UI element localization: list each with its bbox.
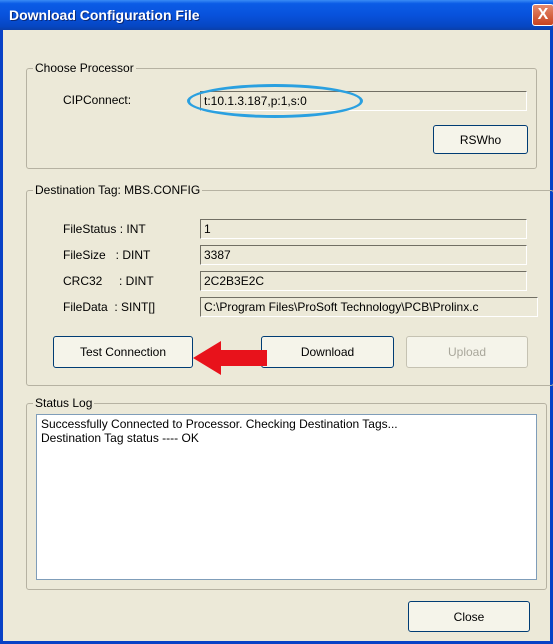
window-title: Download Configuration File bbox=[9, 7, 200, 23]
window-close-button[interactable]: X bbox=[532, 4, 553, 26]
status-log-textarea[interactable]: Successfully Connected to Processor. Che… bbox=[36, 414, 537, 580]
test-connection-button[interactable]: Test Connection bbox=[53, 336, 193, 368]
rswho-button[interactable]: RSWho bbox=[433, 125, 528, 154]
crc32-field: 2C2B3E2C bbox=[200, 271, 527, 291]
red-arrow-icon bbox=[193, 341, 267, 375]
crc32-label: CRC32 : DINT bbox=[63, 274, 154, 288]
status-log-legend: Status Log bbox=[33, 396, 95, 410]
filesize-field: 3387 bbox=[200, 245, 527, 265]
destination-tag-legend: Destination Tag: MBS.CONFIG bbox=[33, 183, 203, 197]
cipconnect-field[interactable]: t:10.1.3.187,p:1,s:0 bbox=[200, 91, 527, 111]
filestatus-label: FileStatus : INT bbox=[63, 222, 146, 236]
close-button[interactable]: Close bbox=[408, 601, 530, 632]
filedata-field: C:\Program Files\ProSoft Technology\PCB\… bbox=[200, 297, 538, 317]
cipconnect-label: CIPConnect: bbox=[63, 93, 132, 107]
title-bar[interactable]: Download Configuration File X bbox=[0, 0, 553, 30]
filedata-label: FileData : SINT[] bbox=[63, 300, 156, 314]
download-button[interactable]: Download bbox=[261, 336, 394, 368]
choose-processor-legend: Choose Processor bbox=[33, 61, 136, 75]
status-log-line: Successfully Connected to Processor. Che… bbox=[41, 417, 398, 431]
upload-button[interactable]: Upload bbox=[406, 336, 528, 368]
status-log-line: Destination Tag status ---- OK bbox=[41, 431, 199, 445]
filestatus-field: 1 bbox=[200, 219, 527, 239]
download-config-dialog: Download Configuration File X Choose Pro… bbox=[0, 0, 553, 644]
filesize-label: FileSize : DINT bbox=[63, 248, 151, 262]
